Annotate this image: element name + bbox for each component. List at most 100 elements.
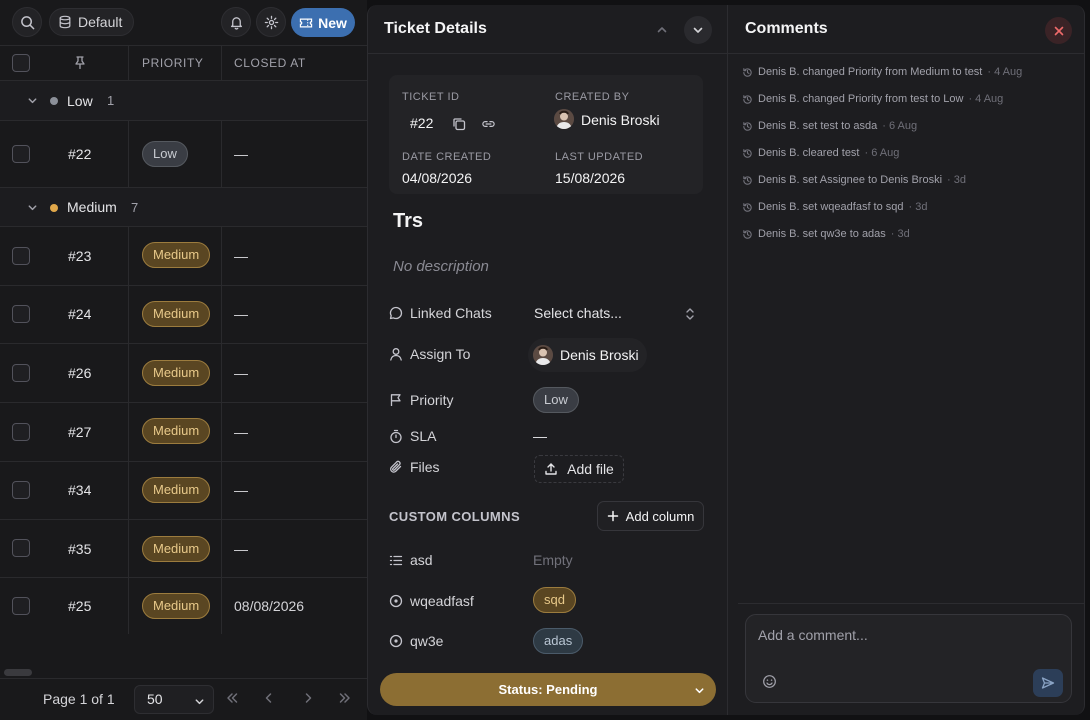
notifications-button[interactable] (221, 7, 251, 37)
comment-input[interactable] (758, 623, 1058, 647)
add-column-button[interactable]: Add column (597, 501, 704, 531)
closed-at-value: — (234, 541, 248, 557)
send-comment-button[interactable] (1033, 669, 1063, 697)
view-selector-button[interactable]: Default (49, 8, 135, 36)
chevron-down-icon (28, 205, 37, 211)
rows-per-page-select[interactable]: 50 (134, 685, 214, 714)
ticket-id-value: #22 (410, 115, 434, 131)
custom-field-name: asd (410, 552, 433, 568)
history-icon (743, 202, 752, 212)
select-all-checkbox[interactable] (12, 54, 30, 72)
custom-field-value[interactable]: sqd (533, 587, 576, 613)
ticket-description[interactable]: No description (393, 258, 489, 275)
next-ticket-button[interactable] (684, 16, 712, 44)
activity-time: · 3d (947, 174, 966, 186)
group-header-medium[interactable]: Medium 7 (0, 188, 367, 227)
flag-icon (390, 394, 401, 406)
creator-avatar (554, 109, 574, 129)
closed-at-value: — (234, 424, 248, 440)
upload-icon (545, 463, 557, 475)
priority-column-header[interactable]: PRIORITY (142, 46, 203, 80)
table-row[interactable]: #25 Medium 08/08/2026 (0, 578, 367, 634)
pin-icon (75, 56, 85, 69)
composer-divider (738, 603, 1084, 604)
chat-bubble-icon (389, 306, 403, 320)
ticket-title[interactable]: Trs (393, 210, 423, 233)
row-checkbox[interactable] (12, 423, 30, 441)
custom-field-value[interactable]: Empty (533, 552, 573, 568)
group-name: Medium (67, 199, 117, 215)
column-divider (221, 121, 222, 188)
link-icon[interactable] (481, 117, 496, 131)
add-file-button[interactable]: Add file (534, 455, 624, 483)
search-button[interactable] (12, 7, 42, 37)
table-row[interactable]: #22 Low — (0, 121, 367, 188)
row-checkbox[interactable] (12, 145, 30, 163)
history-icon (743, 67, 752, 77)
row-checkbox[interactable] (12, 364, 30, 382)
assignee-name: Denis Broski (560, 347, 639, 363)
pin-column-header[interactable] (74, 56, 86, 69)
status-selector[interactable]: Status: Pending (380, 673, 716, 706)
activity-text: Denis B. set test to asda (758, 120, 878, 132)
priority-badge: Medium (142, 242, 211, 268)
row-checkbox[interactable] (12, 305, 30, 323)
activity-item: Denis B. cleared test · 6 Aug (742, 147, 899, 159)
circle-dot-icon (389, 634, 403, 648)
table-row[interactable]: #27 Medium — (0, 403, 367, 462)
view-selector-label: Default (78, 14, 123, 30)
settings-button[interactable] (256, 7, 286, 37)
horizontal-scrollbar[interactable] (4, 669, 32, 676)
table-row[interactable]: #23 Medium — (0, 227, 367, 286)
table-row[interactable]: #26 Medium — (0, 344, 367, 403)
created-by-label: CREATED BY (555, 91, 630, 103)
timer-icon (390, 429, 402, 444)
previous-page-icon[interactable] (262, 691, 276, 705)
table-row[interactable]: #24 Medium — (0, 286, 367, 344)
row-checkbox[interactable] (12, 539, 30, 557)
closed-at-column-header[interactable]: CLOSED AT (234, 46, 306, 80)
activity-item: Denis B. changed Priority from Medium to… (742, 66, 1022, 78)
ticket-id: #25 (68, 598, 92, 614)
created-by-value: Denis Broski (581, 112, 660, 128)
ticket-info-card: TICKET ID #22 CREATED BY Denis Broski DA… (389, 75, 703, 194)
row-checkbox[interactable] (12, 247, 30, 265)
close-panel-button[interactable] (1045, 17, 1072, 44)
pagination-bar: Page 1 of 1 50 (0, 678, 367, 720)
row-checkbox[interactable] (12, 597, 30, 615)
database-icon (59, 15, 71, 29)
history-icon (743, 175, 752, 185)
history-icon (743, 148, 752, 158)
table-row[interactable]: #34 Medium — (0, 462, 367, 520)
custom-field-value[interactable]: adas (533, 628, 584, 654)
row-checkbox[interactable] (12, 481, 30, 499)
chevron-down-icon (195, 699, 204, 705)
ticket-id: #35 (68, 541, 92, 557)
activity-text: Denis B. set Assignee to Denis Broski (758, 174, 943, 186)
activity-time: · 4 Aug (968, 93, 1004, 105)
table-header: PRIORITY CLOSED AT (0, 45, 367, 81)
ticket-id: #24 (68, 306, 92, 322)
sla-value[interactable]: — (533, 428, 547, 444)
activity-time: · 3d (908, 201, 928, 213)
custom-field-name: qw3e (410, 633, 444, 649)
paperclip-icon (390, 460, 402, 473)
copy-icon[interactable] (452, 117, 466, 131)
table-row[interactable]: #35 Medium — (0, 520, 367, 578)
linked-chats-select[interactable]: Select chats... (533, 300, 705, 328)
ticket-id: #34 (68, 482, 92, 498)
emoji-icon[interactable] (762, 674, 777, 689)
last-page-icon[interactable] (338, 691, 352, 705)
chevron-down-icon (28, 98, 37, 104)
priority-selector[interactable]: Low (533, 387, 579, 413)
user-avatar-icon (533, 345, 553, 365)
new-ticket-button[interactable]: New (291, 8, 355, 37)
activity-text: Denis B. changed Priority from Medium to… (758, 66, 983, 78)
assignee-picker[interactable]: Denis Broski (528, 338, 647, 372)
group-header-low[interactable]: Low 1 (0, 81, 367, 121)
next-page-icon[interactable] (301, 691, 315, 705)
ticket-id: #26 (68, 365, 92, 381)
first-page-icon[interactable] (225, 691, 239, 705)
custom-columns-title: CUSTOM COLUMNS (389, 509, 521, 524)
previous-ticket-button[interactable] (648, 16, 676, 44)
